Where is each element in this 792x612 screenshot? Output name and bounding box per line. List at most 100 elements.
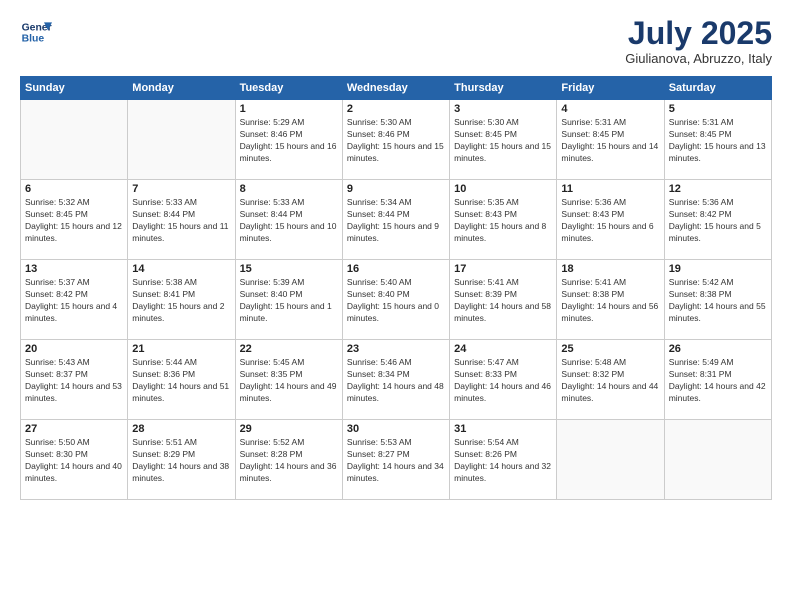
- day-number: 4: [561, 103, 659, 115]
- table-row: [557, 420, 664, 500]
- table-row: 1Sunrise: 5:29 AMSunset: 8:46 PMDaylight…: [235, 100, 342, 180]
- day-info: Sunrise: 5:37 AMSunset: 8:42 PMDaylight:…: [25, 277, 123, 325]
- col-monday: Monday: [128, 77, 235, 100]
- day-number: 8: [240, 183, 338, 195]
- table-row: 22 Sunrise: 5:45 AMSunset: 8:35 PMDayligh…: [235, 340, 342, 420]
- logo: General Blue: [20, 16, 52, 48]
- day-info: Sunrise: 5:40 AMSunset: 8:40 PMDaylight:…: [347, 277, 445, 325]
- day-number: 23: [347, 343, 445, 355]
- day-number: 2: [347, 103, 445, 115]
- day-info: Sunrise: 5:49 AMSunset: 8:31 PMDaylight:…: [669, 357, 767, 405]
- day-info: Sunrise: 5:38 AMSunset: 8:41 PMDaylight:…: [132, 277, 230, 325]
- day-number: 7: [132, 183, 230, 195]
- day-number: 16: [347, 263, 445, 275]
- col-thursday: Thursday: [450, 77, 557, 100]
- table-row: 26 Sunrise: 5:49 AMSunset: 8:31 PMDayligh…: [664, 340, 771, 420]
- day-number: 30: [347, 423, 445, 435]
- table-row: [664, 420, 771, 500]
- day-info: Sunrise: 5:30 AMSunset: 8:46 PMDaylight:…: [347, 117, 445, 165]
- table-row: 21Sunrise: 5:44 AMSunset: 8:36 PMDayligh…: [128, 340, 235, 420]
- day-number: 1: [240, 103, 338, 115]
- day-info: Sunrise: 5:54 AMSunset: 8:26 PMDaylight:…: [454, 437, 552, 485]
- day-info: Sunrise: 5:41 AMSunset: 8:38 PMDaylight:…: [561, 277, 659, 325]
- table-row: 9Sunrise: 5:34 AMSunset: 8:44 PMDaylight…: [342, 180, 449, 260]
- day-info: Sunrise: 5:46 AMSunset: 8:34 PMDaylight:…: [347, 357, 445, 405]
- day-number: 22: [240, 343, 338, 355]
- table-row: 19 Sunrise: 5:42 AMSunset: 8:38 PMDayligh…: [664, 260, 771, 340]
- table-row: 11 Sunrise: 5:36 AMSunset: 8:43 PMDayligh…: [557, 180, 664, 260]
- month-title: July 2025: [625, 16, 772, 51]
- day-number: 20: [25, 343, 123, 355]
- table-row: 12 Sunrise: 5:36 AMSunset: 8:42 PMDayligh…: [664, 180, 771, 260]
- day-info: Sunrise: 5:50 AMSunset: 8:30 PMDaylight:…: [25, 437, 123, 485]
- day-number: 6: [25, 183, 123, 195]
- day-number: 14: [132, 263, 230, 275]
- table-row: 23 Sunrise: 5:46 AMSunset: 8:34 PMDayligh…: [342, 340, 449, 420]
- table-row: 6 Sunrise: 5:32 AMSunset: 8:45 PMDaylight…: [21, 180, 128, 260]
- day-number: 25: [561, 343, 659, 355]
- calendar-body: 1Sunrise: 5:29 AMSunset: 8:46 PMDaylight…: [21, 100, 772, 500]
- table-row: 15Sunrise: 5:39 AMSunset: 8:40 PMDayligh…: [235, 260, 342, 340]
- day-number: 11: [561, 183, 659, 195]
- day-info: Sunrise: 5:53 AMSunset: 8:27 PMDaylight:…: [347, 437, 445, 485]
- day-info: Sunrise: 5:31 AMSunset: 8:45 PMDaylight:…: [669, 117, 767, 165]
- day-info: Sunrise: 5:52 AMSunset: 8:28 PMDaylight:…: [240, 437, 338, 485]
- day-number: 15: [240, 263, 338, 275]
- day-number: 31: [454, 423, 552, 435]
- day-number: 27: [25, 423, 123, 435]
- day-info: Sunrise: 5:32 AMSunset: 8:45 PMDaylight:…: [25, 197, 123, 245]
- table-row: 30 Sunrise: 5:53 AMSunset: 8:27 PMDayligh…: [342, 420, 449, 500]
- table-row: 7 Sunrise: 5:33 AMSunset: 8:44 PMDaylight…: [128, 180, 235, 260]
- table-row: 3Sunrise: 5:30 AMSunset: 8:45 PMDaylight…: [450, 100, 557, 180]
- day-number: 3: [454, 103, 552, 115]
- svg-text:Blue: Blue: [22, 34, 45, 45]
- day-info: Sunrise: 5:45 AMSunset: 8:35 PMDaylight:…: [240, 357, 338, 405]
- calendar-header: Sunday Monday Tuesday Wednesday Thursday…: [21, 77, 772, 100]
- col-wednesday: Wednesday: [342, 77, 449, 100]
- day-number: 24: [454, 343, 552, 355]
- title-block: July 2025 Giulianova, Abruzzo, Italy: [625, 16, 772, 66]
- day-number: 28: [132, 423, 230, 435]
- page-header: General Blue July 2025 Giulianova, Abruz…: [20, 16, 772, 66]
- table-row: 17 Sunrise: 5:41 AMSunset: 8:39 PMDayligh…: [450, 260, 557, 340]
- day-info: Sunrise: 5:48 AMSunset: 8:32 PMDaylight:…: [561, 357, 659, 405]
- location-subtitle: Giulianova, Abruzzo, Italy: [625, 51, 772, 66]
- logo-icon: General Blue: [20, 16, 52, 48]
- day-info: Sunrise: 5:42 AMSunset: 8:38 PMDaylight:…: [669, 277, 767, 325]
- day-info: Sunrise: 5:36 AMSunset: 8:43 PMDaylight:…: [561, 197, 659, 245]
- day-number: 13: [25, 263, 123, 275]
- day-number: 17: [454, 263, 552, 275]
- table-row: [128, 100, 235, 180]
- day-info: Sunrise: 5:43 AMSunset: 8:37 PMDaylight:…: [25, 357, 123, 405]
- calendar-table: Sunday Monday Tuesday Wednesday Thursday…: [20, 76, 772, 500]
- day-number: 21: [132, 343, 230, 355]
- table-row: 2 Sunrise: 5:30 AMSunset: 8:46 PMDaylight…: [342, 100, 449, 180]
- day-info: Sunrise: 5:33 AMSunset: 8:44 PMDaylight:…: [132, 197, 230, 245]
- table-row: 16 Sunrise: 5:40 AMSunset: 8:40 PMDayligh…: [342, 260, 449, 340]
- day-number: 12: [669, 183, 767, 195]
- col-friday: Friday: [557, 77, 664, 100]
- col-saturday: Saturday: [664, 77, 771, 100]
- day-info: Sunrise: 5:36 AMSunset: 8:42 PMDaylight:…: [669, 197, 767, 245]
- day-number: 9: [347, 183, 445, 195]
- day-info: Sunrise: 5:51 AMSunset: 8:29 PMDaylight:…: [132, 437, 230, 485]
- table-row: [21, 100, 128, 180]
- table-row: 20 Sunrise: 5:43 AMSunset: 8:37 PMDayligh…: [21, 340, 128, 420]
- day-info: Sunrise: 5:35 AMSunset: 8:43 PMDaylight:…: [454, 197, 552, 245]
- day-number: 19: [669, 263, 767, 275]
- day-number: 29: [240, 423, 338, 435]
- table-row: 13 Sunrise: 5:37 AMSunset: 8:42 PMDayligh…: [21, 260, 128, 340]
- table-row: 10 Sunrise: 5:35 AMSunset: 8:43 PMDayligh…: [450, 180, 557, 260]
- day-info: Sunrise: 5:31 AMSunset: 8:45 PMDaylight:…: [561, 117, 659, 165]
- table-row: 29 Sunrise: 5:52 AMSunset: 8:28 PMDayligh…: [235, 420, 342, 500]
- day-number: 5: [669, 103, 767, 115]
- day-number: 10: [454, 183, 552, 195]
- day-number: 26: [669, 343, 767, 355]
- table-row: 31 Sunrise: 5:54 AMSunset: 8:26 PMDayligh…: [450, 420, 557, 500]
- table-row: 5 Sunrise: 5:31 AMSunset: 8:45 PMDaylight…: [664, 100, 771, 180]
- table-row: 25 Sunrise: 5:48 AMSunset: 8:32 PMDayligh…: [557, 340, 664, 420]
- day-info: Sunrise: 5:33 AMSunset: 8:44 PMDaylight:…: [240, 197, 338, 245]
- day-info: Sunrise: 5:41 AMSunset: 8:39 PMDaylight:…: [454, 277, 552, 325]
- table-row: 24Sunrise: 5:47 AMSunset: 8:33 PMDayligh…: [450, 340, 557, 420]
- table-row: 18Sunrise: 5:41 AMSunset: 8:38 PMDayligh…: [557, 260, 664, 340]
